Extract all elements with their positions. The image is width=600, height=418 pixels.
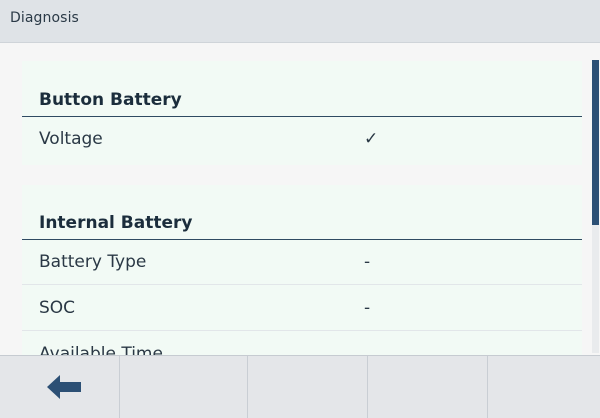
title-bar: Diagnosis [0,0,600,43]
list-row-available-time[interactable]: Available Time [22,332,582,355]
row-value: - [364,298,371,318]
softkey-button-3[interactable] [248,356,368,418]
page-title: Diagnosis [10,10,79,26]
softkey-button-4[interactable] [368,356,488,418]
softkey-button-5[interactable] [488,356,600,418]
scrollbar-thumb[interactable] [592,60,599,225]
row-label: Battery Type [39,252,147,272]
section-header: Internal Battery [22,185,582,240]
row-label: SOC [39,298,76,318]
diagnosis-list[interactable]: Button Battery Voltage ✓ Internal Batter… [0,43,600,355]
list-row-voltage[interactable]: Voltage ✓ [22,117,582,162]
softkey-button-2[interactable] [128,356,248,418]
section-title: Internal Battery [39,213,193,233]
section-button-battery: Button Battery Voltage ✓ [22,61,582,165]
section-title: Button Battery [39,90,182,110]
softkey-bar [0,355,600,418]
back-button[interactable] [0,356,120,418]
row-label: Available Time [39,344,163,355]
list-row-soc[interactable]: SOC - [22,286,582,331]
row-label: Voltage [39,129,103,149]
list-row-battery-type[interactable]: Battery Type - [22,240,582,285]
arrow-left-icon [47,375,81,399]
checkmark-icon: ✓ [364,129,379,149]
section-internal-battery: Internal Battery Battery Type - SOC - Av… [22,185,582,355]
section-header: Button Battery [22,61,582,117]
scrollbar[interactable] [592,60,599,353]
row-value: - [364,252,371,272]
